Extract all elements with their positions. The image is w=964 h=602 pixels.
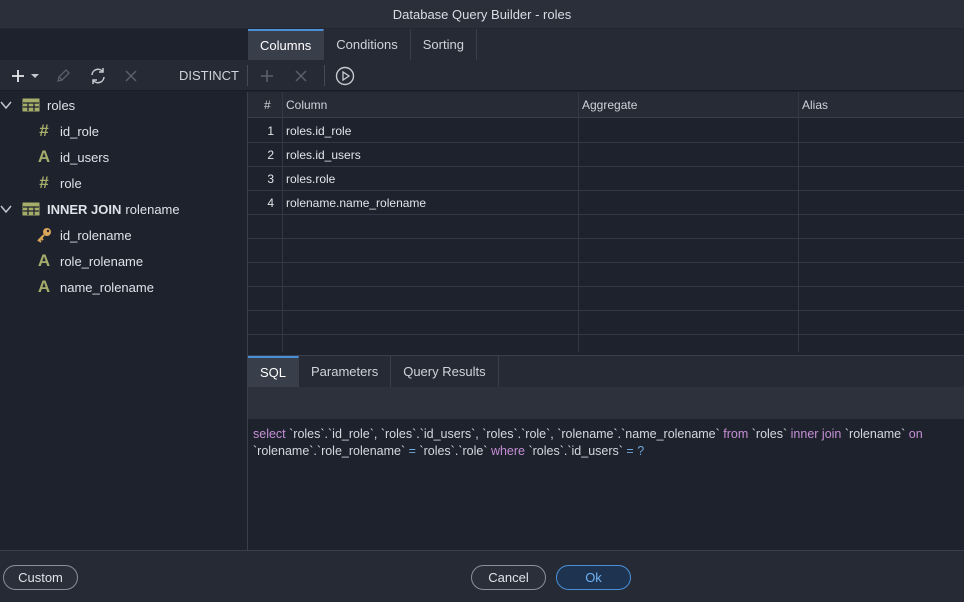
sql-text: `roles` — [748, 427, 791, 441]
grid-header-aggregate[interactable]: Aggregate — [578, 92, 637, 118]
tab-parameters[interactable]: Parameters — [299, 356, 392, 387]
chevron-down-icon[interactable] — [0, 99, 12, 111]
pencil-icon[interactable] — [52, 60, 74, 91]
table-row[interactable]: 1 roles.id_role — [248, 119, 964, 143]
table-row[interactable]: 2 roles.id_users — [248, 143, 964, 167]
tab-query-results[interactable]: Query Results — [391, 356, 499, 387]
text-field-icon: A — [37, 277, 51, 296]
grid-header-alias[interactable]: Alias — [798, 92, 828, 118]
tree-field[interactable]: A name_rolename — [36, 274, 154, 300]
table-icon — [22, 202, 40, 216]
sql-text: `rolename` — [841, 427, 909, 441]
top-tab-bar: Columns Conditions Sorting — [248, 29, 964, 60]
sql-operator: = — [626, 444, 634, 458]
row-number: 4 — [267, 196, 274, 210]
tree-table-label: roles — [47, 97, 76, 113]
close-icon[interactable] — [121, 60, 141, 91]
plus-icon[interactable] — [8, 60, 28, 91]
distinct-toggle[interactable]: DISTINCT — [174, 60, 244, 91]
sql-keyword: where — [490, 444, 525, 458]
table-icon — [22, 98, 40, 112]
refresh-icon[interactable] — [86, 60, 110, 91]
tab-sorting[interactable]: Sorting — [411, 29, 477, 60]
tab-sql[interactable]: SQL — [248, 356, 300, 387]
empty-row[interactable] — [248, 335, 964, 352]
ok-button[interactable]: Ok — [556, 565, 631, 590]
toolbar: DISTINCT — [0, 60, 964, 91]
sql-editor[interactable]: select `roles`.`id_role`, `roles`.`id_us… — [248, 419, 964, 550]
sql-keyword: on — [908, 427, 923, 441]
row-number: 2 — [267, 148, 274, 162]
tree-field[interactable]: id_rolename — [36, 222, 132, 248]
sql-operator: = — [408, 444, 416, 458]
toolbar-separator — [247, 65, 248, 86]
left-header — [0, 29, 248, 60]
tree-table-label: rolename — [125, 201, 180, 217]
columns-grid: # Column Aggregate Alias 1 roles.id_role… — [248, 92, 964, 352]
remove-column-close-icon[interactable] — [291, 60, 311, 91]
sql-toolbar — [248, 387, 964, 419]
empty-row[interactable] — [248, 311, 964, 335]
table-row[interactable]: 3 roles.role — [248, 167, 964, 191]
sql-operator: ? — [637, 444, 645, 458]
add-column-plus-icon[interactable] — [257, 60, 277, 91]
grid-header: # Column Aggregate Alias — [248, 92, 964, 118]
row-column[interactable]: roles.id_role — [286, 119, 351, 143]
tree-field-label: id_rolename — [60, 227, 132, 243]
sql-text: `rolename`.`role_rolename` — [253, 444, 409, 458]
empty-row[interactable] — [248, 215, 964, 239]
sql-keyword: inner join — [790, 427, 842, 441]
tree-field-label: id_users — [60, 149, 110, 165]
sql-text: `roles`.`id_role`, `roles`.`id_users`, `… — [285, 427, 724, 441]
table-row[interactable]: 4 rolename.name_rolename — [248, 191, 964, 215]
empty-row[interactable] — [248, 239, 964, 263]
chevron-down-icon[interactable] — [29, 60, 41, 91]
tree-field-label: name_rolename — [60, 279, 154, 295]
text-field-icon: A — [37, 251, 51, 270]
dialog-footer: Custom Cancel Ok — [0, 550, 964, 602]
row-column[interactable]: roles.id_users — [286, 143, 361, 167]
tree-field[interactable]: # role — [36, 170, 82, 196]
tree-table-roles[interactable]: roles — [0, 92, 75, 118]
empty-row[interactable] — [248, 287, 964, 311]
row-column[interactable]: roles.role — [286, 167, 335, 191]
number-field-icon: # — [39, 173, 49, 192]
row-column[interactable]: rolename.name_rolename — [286, 191, 426, 215]
custom-button[interactable]: Custom — [3, 565, 78, 590]
empty-row[interactable] — [248, 263, 964, 287]
tree-field[interactable]: # id_role — [36, 118, 99, 144]
tab-conditions[interactable]: Conditions — [324, 29, 411, 60]
text-field-icon: A — [37, 147, 51, 166]
key-icon — [37, 228, 51, 243]
toolbar-separator — [324, 65, 325, 86]
row-number: 1 — [267, 124, 274, 138]
tree-field[interactable]: A id_users — [36, 144, 109, 170]
sql-keyword: from — [723, 427, 749, 441]
tree-table-rolename[interactable]: INNER JOIN rolename — [0, 196, 180, 222]
join-type-label: INNER JOIN — [47, 201, 122, 217]
grid-header-num[interactable]: # — [260, 92, 271, 118]
schema-tree: roles # id_role A id_users # role INNER … — [0, 92, 247, 550]
sql-keyword: select — [253, 427, 286, 441]
sql-text: `roles`.`role` — [415, 444, 491, 458]
sql-text: `roles`.`id_users` — [525, 444, 627, 458]
tab-columns[interactable]: Columns — [248, 29, 325, 60]
tree-field-label: role — [60, 175, 82, 191]
cancel-button[interactable]: Cancel — [471, 565, 546, 590]
tree-field-label: id_role — [60, 123, 100, 139]
window-title: Database Query Builder - roles — [0, 0, 964, 29]
chevron-down-icon[interactable] — [0, 203, 12, 215]
play-circle-icon[interactable] — [333, 60, 357, 91]
grid-header-column[interactable]: Column — [282, 92, 327, 118]
tree-field[interactable]: A role_rolename — [36, 248, 143, 274]
number-field-icon: # — [39, 121, 49, 140]
bottom-tab-bar: SQL Parameters Query Results — [248, 355, 964, 387]
row-number: 3 — [267, 172, 274, 186]
tree-field-label: role_rolename — [60, 253, 144, 269]
